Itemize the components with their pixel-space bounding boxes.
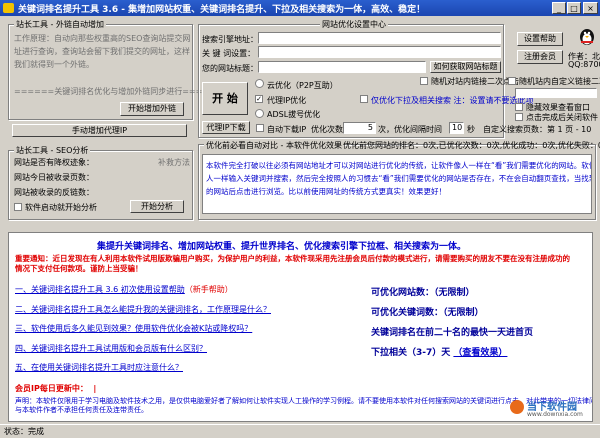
opt-count-label: 优化次数 [311,125,343,134]
disclaimer: 声明：本软件仅限用于学习电脑及软件技术之用，是仅供电脑爱好者了解如何让软件实现人… [15,397,593,415]
status-bar: 状态：完成 [0,424,600,438]
cloud-opt-label: 云优化（P2P互助） [267,81,338,90]
faq-link-5[interactable]: 五、在使用关键词排名提升工具时应注意什么？ [15,358,271,378]
disclaimer-line: 声明：本软件仅限用于学习电脑及软件技术之用，是仅供电脑爱好者了解如何让软件实现人… [15,397,593,405]
compare-line: 本软件完全打破以往必须有网站地址才可以对网站进行优化的传统，让软件像人一样在“看… [206,161,592,170]
start-analysis-button[interactable]: 开始分析 [130,200,184,213]
site-title-input[interactable] [258,61,426,73]
app-icon [3,3,14,13]
start-external-link-button[interactable]: 开始增加外链 [120,102,184,116]
close-after-label: 点击完成后关闭软件 [526,113,598,122]
title-bar: 关键词排名提升工具 3.6 - 集增加网站权重、关键词排名提升、下拉及相关搜索为… [0,0,600,16]
disclaimer-line: 与本软件作者不承担任何责任及连带责任。 [15,406,148,414]
register-button[interactable]: 注册会员 [517,50,563,64]
close-after-checkbox[interactable] [515,113,523,121]
headline: 集提升关键词排名、增加网站权重、提升世界排名、优化搜索引擎下拉框、相关搜索为一体… [97,242,467,252]
faq-list: 一、关键词排名提升工具 3.6 初次使用设置帮助（新手帮助） 二、关键词排名提升… [15,280,271,378]
compare-line: 人一样输入关键词并搜索，然后完全按照人的习惯去“看”我们需要优化的网站是否存在，… [206,174,592,183]
random-click-label: 随机对站内链接二次点击 [431,77,519,86]
engine-address-input[interactable] [258,32,501,44]
maximize-button[interactable]: □ [567,2,581,14]
compare-line: 的网站后点击进行浏览。比以前使用网址的传统方式更真实！效果更好！ [206,187,446,196]
keyword-input[interactable] [258,46,501,58]
cloud-radio[interactable] [255,79,264,88]
view-effect-link[interactable]: （查看效果） [453,348,507,358]
window-title: 关键词排名提升工具 3.6 - 集增加网站权重、关键词排名提升、下拉及相关搜索为… [18,5,426,15]
site-title-label: 您的网站标题： [202,64,258,73]
watermark-icon [510,400,524,414]
desc-line: 址进行查询，查询站会留下我们提交的网址，这样 [14,47,190,56]
interval-input[interactable]: 10 [449,122,464,134]
start-button[interactable]: 开 始 [202,82,248,115]
faq-link-4[interactable]: 四、关键词排名提升工具试用版和会员版有什么区别？ [15,339,271,359]
notice-line: 情况下支付任何款项。谨防上当受骗！ [15,264,143,273]
seconds-unit: 秒 [467,125,475,134]
settings-group-label: 网站优化设置中心 [320,19,388,30]
adsl-opt-label: ADSL拔号优化 [267,110,321,119]
keyword-label: 关 键 词设置： [202,49,256,58]
status-text: 状态：完成 [4,427,44,436]
proxy-download-button[interactable]: 代理IP下载 [202,121,250,134]
desc-line: 我们就得到一个外链。 [14,60,94,69]
qq-number: QQ:87000 [568,60,600,69]
compare-description: 本软件完全打破以往必须有网站地址才可以对网站进行优化的传统，让软件像人一样在“看… [206,159,592,198]
sync-divider: ======关键词排名优化与增加外链同步进行===== [14,87,216,96]
times-unit: 次 [378,125,386,134]
hide-effect-checkbox[interactable] [515,103,523,111]
ip-update-label: 会员IP每日更新中： | [15,384,97,393]
remedy-link[interactable]: 补救方法 [158,157,190,168]
watermark-url: www.downxia.com [527,411,583,418]
proxy-opt-label: 代理IP优化 [267,96,307,105]
watermark-logo: 当下软件园 www.downxia.com [510,398,592,420]
dropdown-only-hint: 仅优化下拉及相关搜索 注：设置请不要选此项 [371,96,534,105]
seo-analysis-group-label: 站长工具 - SEO分析 [14,145,91,156]
auto-analyze-checkbox[interactable] [14,203,22,211]
work-principle-text: 工作原理：自动向那些权重高的SEO查询站提交网 址进行查询，查询站会留下我们提交… [14,32,190,71]
auto-ip-checkbox[interactable] [256,124,264,132]
feature-line: 可优化网站数：（无限制） [371,288,475,298]
compare-text-area: 本软件完全打破以往必须有网站地址才可以对网站进行优化的传统，让软件像人一样在“看… [202,154,592,214]
minimize-button[interactable]: _ [552,2,566,14]
faq-link-2[interactable]: 二、关键词排名提升工具怎么能提升我的关键词排名，工作原理是什么？ [15,300,271,320]
main-info-panel: 集提升关键词排名、增加网站权重、提升世界排名、优化搜索引擎下拉框、相关搜索为一体… [8,232,593,422]
important-notice: 重要通知：近日发现在有人利用本软件试用版欺骗用户购买，为保护用户的利益，本软件现… [15,254,570,274]
auto-compare-label: 优化前必看自动对比 - 本软件优化效果 [204,140,344,151]
custom-links-input[interactable] [515,88,597,98]
feature-line: 下拉相关（3-7）天 [371,348,451,358]
desc-line: 工作原理：自动向那些权重高的SEO查询站提交网 [14,34,191,43]
adsl-radio[interactable] [255,109,264,118]
backlinks-row: 网站被收录的反链数： [14,188,94,197]
interval-label: ，优化间隔时间 [386,125,442,134]
get-site-title-button[interactable]: 如何获取网站标题 [430,61,501,73]
random-links-checkbox[interactable] [508,77,516,85]
close-button[interactable]: × [583,2,598,14]
faq-tag: （新手帮助） [184,285,233,294]
engine-label: 搜索引擎地址： [202,35,258,44]
random-click-checkbox[interactable] [420,77,428,85]
auto-ip-label: 自动下载IP [267,125,307,134]
opt-count-input[interactable]: 5 [343,122,376,134]
auto-analyze-label: 软件启动就开始分析 [25,203,97,212]
optimization-stats: 优化前您网站的排名：0次,已优化次数：0次,优化成功：0次,优化失败：0次 [343,141,600,150]
manual-add-proxy-button[interactable]: 手动增加代理IP [12,124,187,137]
notice-line: 重要通知：近日发现在有人利用本软件试用版欺骗用户购买，为保护用户的利益，本软件现… [15,254,570,263]
indexed-pages-row: 网站今日被收录页数： [14,173,94,182]
search-pages-label: 自定义搜索页数：第 1 页 - 10 [483,125,592,134]
proxy-opt-checkbox[interactable]: ✓ [255,95,263,103]
dropdown-only-checkbox[interactable] [360,95,368,103]
feature-line: 关键词排名在前二十名的最快一天进首页 [371,328,534,338]
faq-link-1[interactable]: 一、关键词排名提升工具 3.6 初次使用设置帮助 [15,285,185,294]
random-links-label: 随机站内自定义链接二次点击 [519,77,600,86]
feature-list: 可优化网站数：（无限制） 可优化关键词数：（无限制） 关键词排名在前二十名的最快… [371,283,533,363]
settings-help-button[interactable]: 设置帮助 [517,32,563,46]
feature-line: 可优化关键词数：（无限制） [371,308,484,318]
faq-link-3[interactable]: 三、软件使用后多久能见到效果？使用软件优化会被K站或降权吗？ [15,319,271,339]
downgrade-row: 网站是否有降权迹象： [14,158,94,167]
external-link-group-label: 站长工具 - 外链自动增加 [14,19,106,30]
penguin-icon [578,26,596,46]
